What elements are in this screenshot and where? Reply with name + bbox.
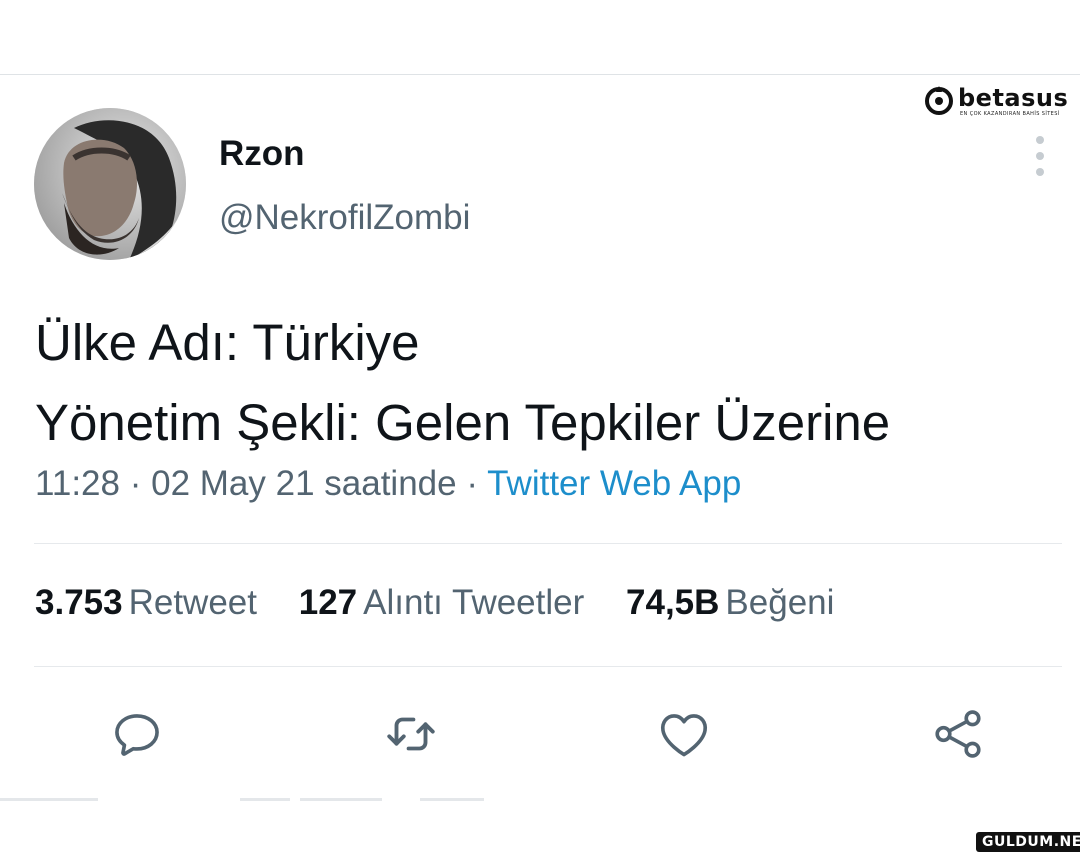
tweet-text-line: Ülke Adı: Türkiye <box>35 314 420 371</box>
stat-label: Beğeni <box>725 583 835 622</box>
divider <box>34 666 1062 667</box>
bottom-edge-strip <box>0 798 484 801</box>
stat-label: Retweet <box>128 583 257 622</box>
user-handle[interactable]: @NekrofilZombi <box>219 198 470 238</box>
stat-count: 127 <box>298 583 358 622</box>
retweet-stat[interactable]: 3.753 Retweet <box>35 583 257 623</box>
tweet-source[interactable]: Twitter Web App <box>487 464 741 503</box>
retweet-icon <box>387 717 435 751</box>
stat-count: 3.753 <box>35 583 123 622</box>
avatar[interactable] <box>34 108 186 260</box>
tweet-text: Ülke Adı: Türkiye Yönetim Şekli: Gelen T… <box>35 303 890 463</box>
stat-label: Alıntı Tweetler <box>363 583 585 622</box>
reply-icon <box>115 714 159 756</box>
avatar-photo <box>34 108 186 260</box>
share-icon <box>935 710 981 758</box>
betasus-logo-icon <box>925 86 953 115</box>
betasus-watermark: betasus EN ÇOK KAZANDIRAN BAHİS SİTESİ <box>922 84 1068 120</box>
quote-tweets-stat[interactable]: 127 Alıntı Tweetler <box>299 583 585 623</box>
display-name[interactable]: Rzon <box>219 134 305 174</box>
stat-count: 74,5B <box>626 583 720 622</box>
tweet-stats: 3.753 Retweet 127 Alıntı Tweetler 74,5B Beğ… <box>35 583 866 623</box>
retweet-button[interactable] <box>381 704 441 764</box>
like-icon <box>660 714 708 757</box>
like-button[interactable] <box>654 704 714 764</box>
tweet-text-line: Yönetim Şekli: Gelen Tepkiler Üzerine <box>35 394 891 451</box>
reply-button[interactable] <box>107 704 167 764</box>
tweet-meta: 11:28 · 02 May 21 saatinde · Twitter Web… <box>35 464 741 504</box>
betasus-brand: betasus <box>958 84 1069 112</box>
meta-separator: · <box>466 464 478 503</box>
tweet-date[interactable]: 02 May 21 saatinde <box>151 464 456 503</box>
divider <box>34 543 1062 544</box>
more-options-icon[interactable] <box>1026 136 1054 176</box>
betasus-tagline: EN ÇOK KAZANDIRAN BAHİS SİTESİ <box>960 111 1060 117</box>
tweet-time[interactable]: 11:28 <box>35 464 120 503</box>
share-button[interactable] <box>928 704 988 764</box>
likes-stat[interactable]: 74,5B Beğeni <box>626 583 834 623</box>
top-divider <box>0 74 1080 75</box>
meta-separator: · <box>129 464 142 503</box>
guldum-watermark: GULDUM.NET <box>976 832 1080 852</box>
